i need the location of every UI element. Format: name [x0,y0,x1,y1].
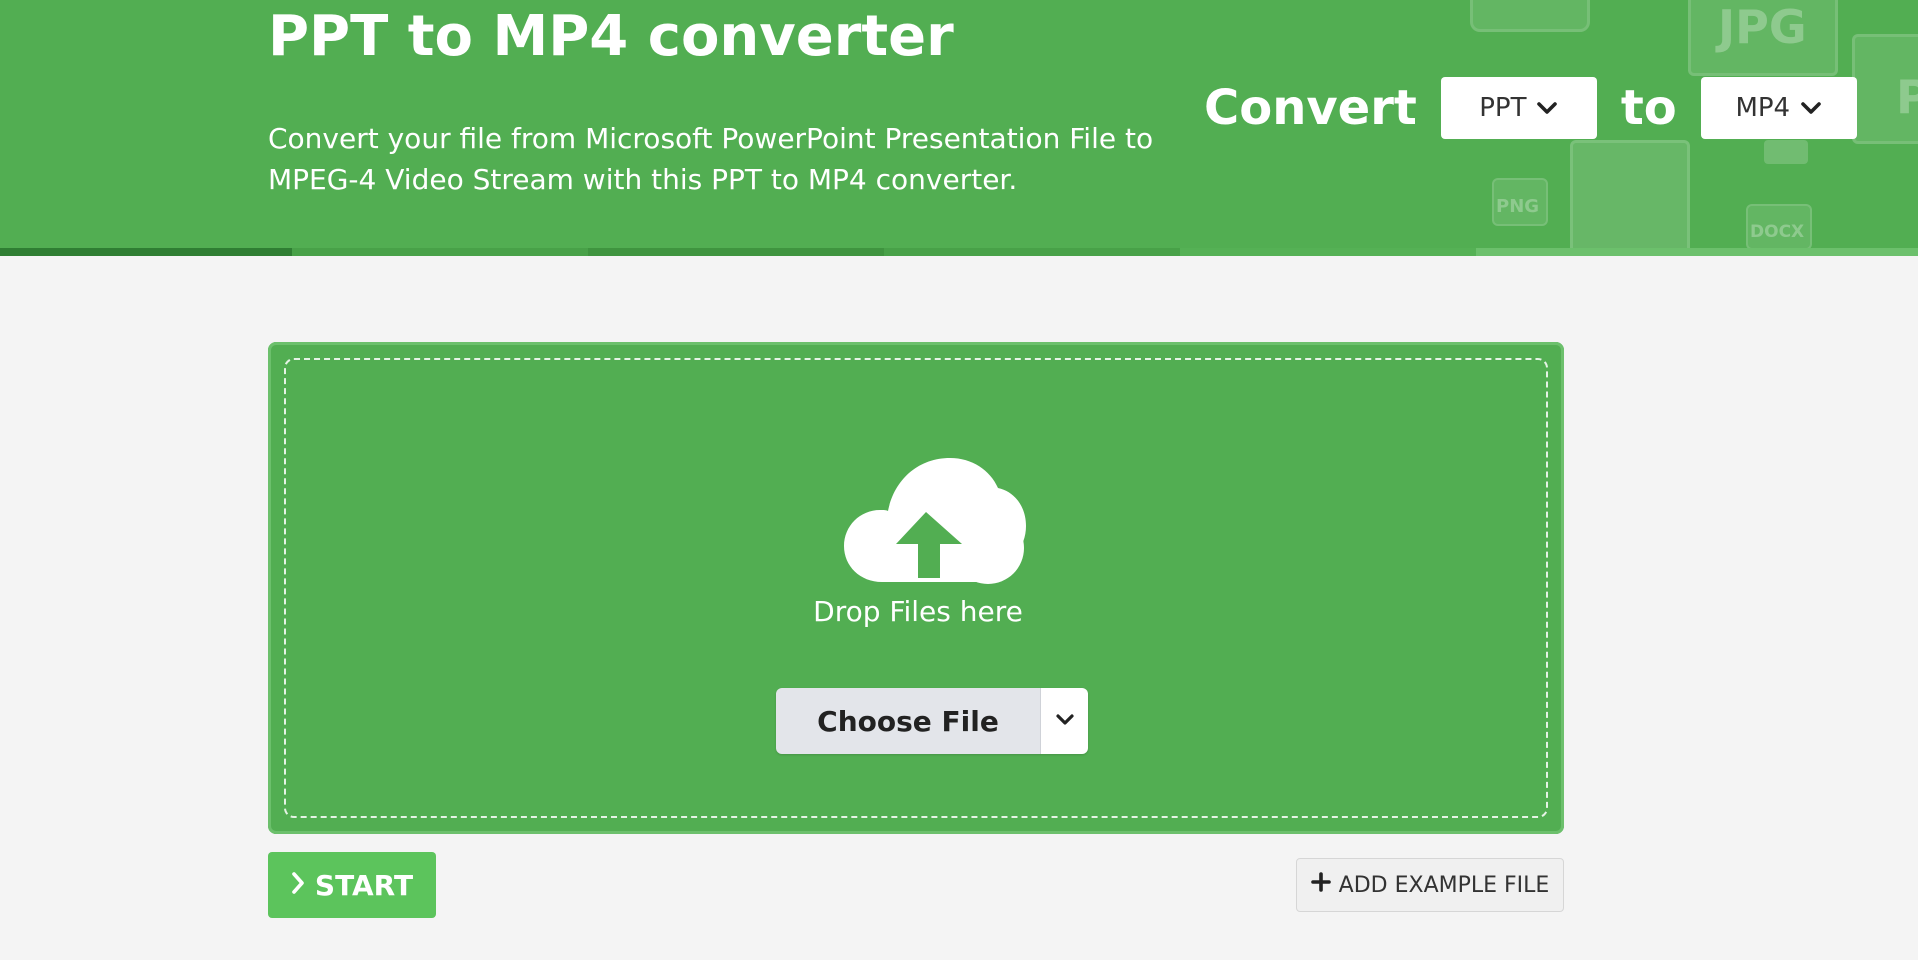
format-selector-row: Convert PPT to MP4 [1204,76,1857,140]
to-format-select[interactable]: MP4 [1700,77,1857,139]
add-example-label: ADD EXAMPLE FILE [1338,872,1550,898]
chevron-right-icon [291,869,305,902]
from-format-value: PPT [1479,93,1527,123]
step-segment [588,248,884,256]
upload-panel: Drop Files here Choose File [268,342,1564,834]
step-segment [292,248,588,256]
convert-label: Convert [1204,80,1417,136]
drop-files-text: Drop Files here [813,595,1023,628]
page-title: PPT to MP4 converter [268,4,954,69]
from-format-select[interactable]: PPT [1440,77,1597,139]
page-description: Convert your file from Microsoft PowerPo… [268,122,1154,196]
bg-jpg-label: JPG [1718,0,1807,54]
chevron-down-icon [1800,100,1822,116]
to-label: to [1620,80,1677,136]
add-example-file-button[interactable]: ADD EXAMPLE FILE [1296,858,1564,912]
bg-blank-file-icon [1570,140,1690,256]
bg-printer-icon [1764,140,1808,164]
start-label: START [314,868,414,902]
upload-source-dropdown[interactable] [1040,688,1088,754]
bg-png-label: PNG [1496,196,1540,217]
step-segment [1476,248,1918,256]
file-dropzone[interactable]: Drop Files here Choose File [284,358,1548,818]
chevron-down-icon [1055,712,1075,731]
step-segment-active [0,248,292,256]
choose-file-button[interactable]: Choose File [776,688,1040,754]
hero-banner: JPG P PNG DOCX PPT to MP4 converter Conv… [0,0,1918,256]
chevron-down-icon [1536,100,1558,116]
step-progress-strip [0,248,1918,256]
bg-docx-label: DOCX [1750,222,1805,242]
step-segment [1180,248,1476,256]
cloud-upload-icon [842,452,1026,584]
to-format-value: MP4 [1735,93,1791,123]
choose-file-group: Choose File [776,688,1088,754]
plus-icon [1310,872,1331,898]
bg-image-file-icon [1470,0,1590,32]
bg-p-label: P [1896,70,1918,124]
start-button[interactable]: START [268,852,436,918]
step-segment [884,248,1180,256]
